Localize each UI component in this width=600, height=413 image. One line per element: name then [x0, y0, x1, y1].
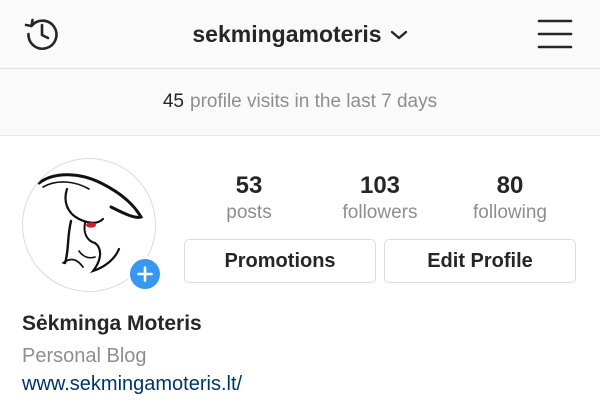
followers-count: 103: [359, 172, 401, 199]
account-switcher-button[interactable]: sekmingamoteris: [192, 21, 407, 48]
plus-icon: [137, 266, 153, 282]
profile-category: Personal Blog: [22, 345, 147, 367]
profile-website-link[interactable]: www.sekmingamoteris.lt/: [22, 373, 242, 396]
promotions-button[interactable]: Promotions: [184, 239, 376, 283]
following-label: following: [473, 202, 547, 223]
following-count: 80: [496, 172, 524, 199]
posts-stat[interactable]: 53 posts: [184, 172, 314, 226]
add-story-button[interactable]: [127, 256, 163, 292]
profile-display-name: Sėkminga Moteris: [22, 312, 202, 335]
posts-label: posts: [226, 202, 272, 223]
profile-visits-count: 45: [162, 91, 184, 112]
username-switcher-container: sekmingamoteris: [0, 0, 600, 68]
following-stat[interactable]: 80 following: [445, 172, 575, 226]
username-label: sekmingamoteris: [192, 20, 382, 47]
history-clock-icon[interactable]: [22, 14, 62, 54]
followers-label: followers: [342, 202, 418, 223]
profile-visits-insights-bar[interactable]: 45 profile visits in the last 7 days: [0, 69, 600, 136]
posts-count: 53: [235, 172, 263, 199]
followers-stat[interactable]: 103 followers: [315, 172, 445, 226]
hamburger-menu-icon[interactable]: [536, 16, 574, 52]
top-navigation-bar: sekmingamoteris: [0, 0, 600, 69]
profile-visits-text: profile visits in the last 7 days: [190, 91, 438, 112]
chevron-down-icon: [390, 30, 407, 40]
edit-profile-button[interactable]: Edit Profile: [384, 239, 576, 283]
